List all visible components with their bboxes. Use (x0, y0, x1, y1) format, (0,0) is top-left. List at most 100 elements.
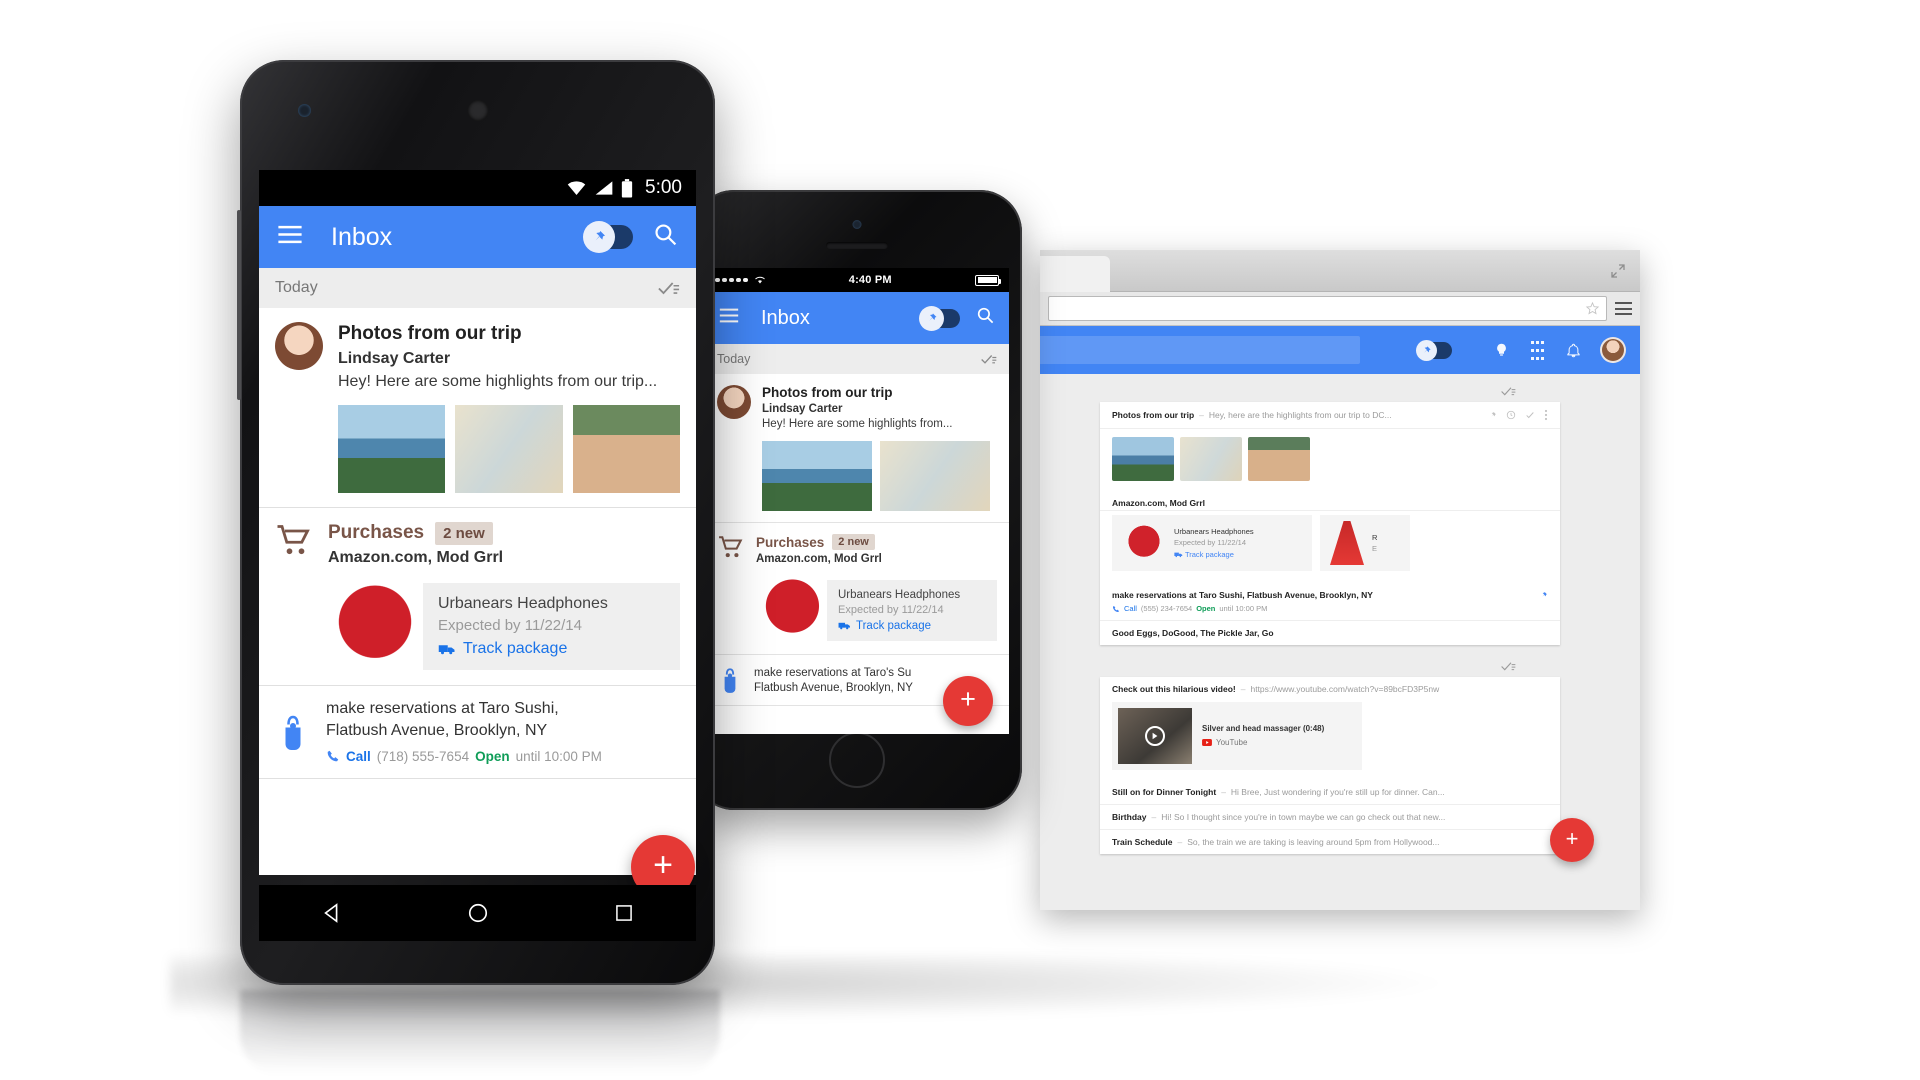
expand-window-icon[interactable] (1610, 263, 1626, 279)
photo-friend-portrait[interactable] (572, 404, 680, 493)
row-separator: – (1177, 837, 1183, 847)
photo-washington-monument[interactable] (1112, 437, 1174, 481)
row-separator: – (1221, 787, 1226, 797)
plus-icon: + (653, 846, 673, 884)
purchase-tile[interactable]: Urbanears Headphones Expected by 11/22/1… (1112, 515, 1312, 571)
track-package-link[interactable]: Track package (1174, 549, 1254, 560)
home-circle-icon[interactable] (467, 902, 489, 924)
purchase-tile[interactable]: R E (1320, 515, 1410, 571)
row-snippet: https://www.youtube.com/watch?v=89bcFD3P… (1250, 684, 1440, 694)
table-row[interactable]: Amazon.com, Mod Grrl (1100, 491, 1560, 511)
row-snippet: Hi Bree, Just wondering if you're still … (1230, 787, 1445, 797)
back-triangle-icon[interactable] (321, 902, 343, 924)
purchase-tile[interactable]: Urbanears Headphones Expected by 11/22/1… (827, 579, 997, 641)
overflow-menu-icon[interactable] (1544, 409, 1548, 421)
pin-icon[interactable] (1489, 410, 1497, 420)
photo-washington-monument[interactable] (338, 404, 446, 493)
showcase-stage: Photos from our trip – Hey, here are the… (0, 0, 1920, 1080)
recents-square-icon[interactable] (614, 903, 634, 923)
signal-dots-icon (715, 277, 748, 283)
list-item[interactable]: Purchases 2 new Amazon.com, Mod Grrl Urb… (705, 523, 1009, 655)
open-status: Open (475, 748, 510, 764)
desktop-inbox-content: Photos from our trip – Hey, here are the… (1040, 374, 1640, 910)
address-bar[interactable] (1048, 296, 1607, 321)
video-attachment-card[interactable]: Silver and head massager (0:48) YouTube (1112, 702, 1362, 770)
purchase-tile[interactable]: Urbanears Headphones Expected by 11/22/1… (423, 583, 680, 671)
photo-washington-monument[interactable] (762, 441, 872, 511)
avatar (275, 322, 323, 370)
purchase-name: Urbanears Headphones (438, 595, 608, 613)
table-row[interactable]: make reservations at Taro Sushi, Flatbus… (1100, 583, 1560, 621)
sweep-done-icon[interactable] (658, 281, 680, 296)
list-item[interactable]: make reservations at Taro Sushi, Flatbus… (259, 685, 696, 779)
table-row[interactable]: Good Eggs, DoGood, The Pickle Jar, Go (1100, 621, 1560, 645)
nexus-device: 5:00 Inbox Today Photos from our trip Li… (237, 60, 715, 985)
email-sender: Lindsay Carter (762, 403, 843, 415)
sweep-done-icon[interactable] (1501, 661, 1516, 672)
track-package-link[interactable]: Track package (838, 620, 986, 632)
desktop-card-earlier: Check out this hilarious video! – https:… (1100, 677, 1560, 854)
table-row[interactable]: Birthday – Hi! So I thought since you're… (1100, 805, 1560, 830)
purchase-tiles: Urbanears Headphones Expected by 11/22/1… (1100, 511, 1560, 583)
volume-rail (237, 210, 241, 400)
snooze-clock-icon[interactable] (1506, 410, 1516, 420)
list-item[interactable]: Photos from our trip Lindsay Carter Hey!… (259, 308, 696, 508)
email-subject: Photos from our trip (338, 323, 522, 344)
pin-icon (583, 221, 615, 253)
phone-number: (718) 555-7654 (376, 748, 470, 764)
hamburger-menu-icon[interactable] (277, 225, 303, 249)
section-label: Today (717, 352, 751, 366)
desktop-search-input[interactable] (1040, 336, 1360, 364)
table-row[interactable]: Check out this hilarious video! – https:… (1100, 677, 1560, 696)
hamburger-menu-icon[interactable] (719, 308, 739, 328)
avatar (717, 385, 751, 419)
browser-menu-icon[interactable] (1615, 302, 1632, 315)
pin-toggle[interactable] (1416, 339, 1452, 361)
list-item[interactable]: Photos from our trip Lindsay Carter Hey!… (705, 374, 1009, 523)
ios-status-bar: 4:40 PM (705, 268, 1009, 292)
call-label[interactable]: Call (1124, 604, 1137, 613)
finger-string-reminder-icon (285, 715, 301, 750)
pin-icon[interactable] (1540, 590, 1548, 600)
pin-toggle[interactable] (583, 221, 633, 253)
table-row[interactable]: Still on for Dinner Tonight – Hi Bree, J… (1100, 780, 1560, 805)
avatar[interactable] (1600, 337, 1626, 363)
nexus-screen: 5:00 Inbox Today Photos from our trip Li… (259, 170, 696, 875)
browser-tab[interactable] (1040, 256, 1110, 292)
compose-fab[interactable]: + (943, 676, 993, 726)
compose-fab[interactable]: + (1550, 818, 1594, 862)
photo-table-setting[interactable] (880, 441, 990, 511)
pin-toggle[interactable] (919, 305, 960, 331)
lightbulb-icon[interactable] (1490, 339, 1512, 361)
table-row[interactable]: Photos from our trip – Hey, here are the… (1100, 402, 1560, 429)
photo-table-setting[interactable] (455, 404, 563, 493)
apps-grid-icon[interactable] (1526, 339, 1548, 361)
notifications-bell-icon[interactable] (1562, 339, 1584, 361)
row-snippet: Hey, here are the highlights from our tr… (1208, 410, 1392, 420)
sweep-done-icon[interactable] (981, 354, 997, 365)
earpiece-speaker (826, 242, 888, 249)
photo-friend-portrait[interactable] (1248, 437, 1310, 481)
android-navigation-bar (259, 885, 696, 941)
bookmark-star-icon[interactable] (1585, 301, 1600, 316)
purchase-expected: Expected by 11/22/14 (438, 617, 582, 635)
video-source: YouTube (1216, 738, 1248, 747)
table-row[interactable]: Train Schedule – So, the train we are ta… (1100, 830, 1560, 854)
section-label: Today (275, 279, 318, 296)
reminder-line-2: Flatbush Avenue, Brooklyn, NY (326, 721, 548, 739)
purchase-expected: Expected by 11/22/14 (1174, 538, 1246, 548)
photo-table-setting[interactable] (1180, 437, 1242, 481)
home-button[interactable] (829, 732, 885, 788)
search-icon[interactable] (653, 222, 678, 252)
row-subject: Amazon.com, Mod Grrl (1112, 498, 1206, 508)
red-headphones-photo (323, 582, 423, 671)
sweep-done-icon[interactable] (1501, 386, 1516, 397)
reminder-line-1: make reservations at Taro Sushi, (326, 699, 559, 717)
list-item[interactable]: Purchases 2 new Amazon.com, Mod Grrl Urb… (259, 507, 696, 686)
done-check-icon[interactable] (1525, 410, 1535, 420)
search-icon[interactable] (976, 306, 995, 330)
track-package-link[interactable]: Track package (438, 640, 665, 658)
call-label[interactable]: Call (346, 749, 371, 764)
pin-icon (919, 305, 944, 331)
play-button-icon[interactable] (1145, 726, 1165, 746)
